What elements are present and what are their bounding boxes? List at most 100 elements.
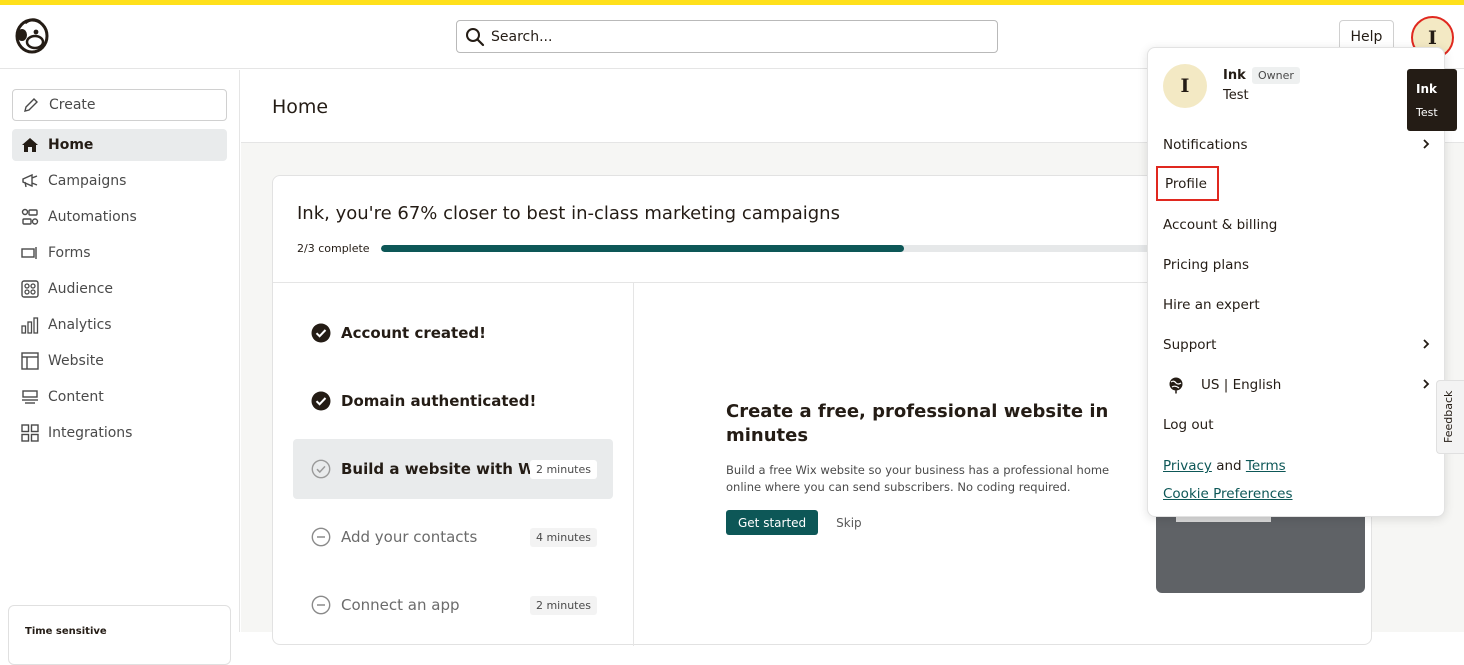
avatar-initial: I <box>1428 26 1437 49</box>
menu-item-label: US | English <box>1201 377 1282 393</box>
sidebar-item-label: Website <box>48 353 104 369</box>
terms-link[interactable]: Terms <box>1246 458 1286 474</box>
sidebar: Create Home Campaigns Automations Forms … <box>0 70 240 665</box>
check-circle-icon <box>311 391 331 411</box>
pencil-icon <box>24 98 38 112</box>
cookie-preferences-link[interactable]: Cookie Preferences <box>1163 486 1293 502</box>
progress-label: 2/3 complete <box>297 242 370 255</box>
mailchimp-logo-icon[interactable] <box>12 15 52 55</box>
skip-link[interactable]: Skip <box>836 516 862 530</box>
check-circle-icon <box>311 323 331 343</box>
menu-item-hire-expert[interactable]: Hire an expert <box>1163 293 1433 317</box>
step-build-website[interactable]: Build a website with Wix 2 minutes <box>293 439 613 499</box>
sidebar-item-label: Content <box>48 389 104 405</box>
menu-item-label: Log out <box>1163 417 1214 433</box>
chevron-right-icon <box>1423 139 1430 149</box>
step-domain-authenticated[interactable]: Domain authenticated! <box>293 371 613 431</box>
page-title: Home <box>272 96 329 118</box>
sidebar-item-analytics[interactable]: Analytics <box>12 309 227 341</box>
menu-item-label: Profile <box>1165 175 1207 192</box>
step-label: Add your contacts <box>341 528 478 546</box>
detail-body: Build a free Wix website so your busines… <box>726 463 1110 494</box>
website-preview-image <box>1156 516 1365 593</box>
progress-bar-fill <box>381 245 904 252</box>
detail-title: Create a free, professional website in m… <box>726 401 1109 446</box>
check-outline-icon <box>311 459 331 479</box>
form-icon <box>21 247 37 259</box>
website-icon <box>21 352 39 370</box>
minus-circle-icon <box>311 527 331 547</box>
sidebar-item-integrations[interactable]: Integrations <box>12 417 227 449</box>
sidebar-item-label: Home <box>48 137 94 153</box>
menu-item-notifications[interactable]: Notifications <box>1163 133 1433 157</box>
menu-item-label: Account & billing <box>1163 217 1278 233</box>
time-sensitive-card[interactable]: Time sensitive <box>8 605 231 665</box>
cookie-preferences-row: Cookie Preferences <box>1163 486 1293 502</box>
menu-item-label: Pricing plans <box>1163 257 1249 273</box>
minus-circle-icon <box>311 595 331 615</box>
step-label: Build a website with Wix <box>341 460 550 478</box>
sidebar-item-automations[interactable]: Automations <box>12 201 227 233</box>
content-icon <box>22 390 38 404</box>
menu-item-language[interactable]: US | English <box>1163 373 1433 397</box>
menu-item-pricing-plans[interactable]: Pricing plans <box>1163 253 1433 277</box>
tooltip-name: Ink <box>1416 82 1437 96</box>
account-menu: I Ink Owner Test Notifications Profile A… <box>1147 47 1445 517</box>
onboarding-steps: Account created! Domain authenticated! B… <box>273 283 634 646</box>
progress-bar <box>381 245 1161 252</box>
automation-icon <box>21 208 39 225</box>
role-badge: Owner <box>1252 67 1300 84</box>
menu-item-account-billing[interactable]: Account & billing <box>1163 213 1433 237</box>
feedback-label: Feedback <box>1442 390 1455 443</box>
sidebar-item-label: Analytics <box>48 317 112 333</box>
menu-item-support[interactable]: Support <box>1163 333 1433 357</box>
step-account-created[interactable]: Account created! <box>293 303 613 363</box>
step-connect-app[interactable]: Connect an app 2 minutes <box>293 575 613 635</box>
sidebar-item-content[interactable]: Content <box>12 381 227 413</box>
step-label: Connect an app <box>341 596 460 614</box>
grid-icon <box>21 424 39 442</box>
menu-item-label: Hire an expert <box>1163 297 1260 313</box>
sidebar-item-label: Integrations <box>48 425 133 441</box>
menu-item-log-out[interactable]: Log out <box>1163 413 1433 437</box>
megaphone-icon <box>22 173 38 188</box>
create-button[interactable]: Create <box>12 89 227 121</box>
create-label: Create <box>49 97 96 113</box>
sidebar-item-audience[interactable]: Audience <box>12 273 227 305</box>
sidebar-item-forms[interactable]: Forms <box>12 237 227 269</box>
avatar-tooltip: Ink Test <box>1407 69 1457 131</box>
chevron-right-icon <box>1423 379 1430 389</box>
menu-avatar-initial: I <box>1180 75 1190 97</box>
duration-badge: 2 minutes <box>529 595 597 615</box>
tooltip-subtitle: Test <box>1416 106 1438 119</box>
search-icon <box>466 27 485 46</box>
search-input[interactable] <box>491 28 971 45</box>
menu-item-label: Support <box>1163 337 1217 353</box>
onboarding-title: Ink, you're 67% closer to best in-class … <box>297 203 840 224</box>
chevron-right-icon <box>1423 339 1430 349</box>
menu-user-name: Ink <box>1223 68 1246 83</box>
step-detail: Create a free, professional website in m… <box>726 400 1136 535</box>
step-add-contacts[interactable]: Add your contacts 4 minutes <box>293 507 613 567</box>
detail-actions: Get started Skip <box>726 510 1136 535</box>
home-icon <box>22 138 38 152</box>
audience-icon <box>21 280 39 298</box>
sidebar-item-home[interactable]: Home <box>12 129 227 161</box>
sidebar-item-label: Forms <box>48 245 91 261</box>
get-started-button[interactable]: Get started <box>726 510 819 535</box>
globe-icon <box>1169 377 1183 394</box>
legal-links: Privacy and Terms <box>1163 458 1286 474</box>
sidebar-item-website[interactable]: Website <box>12 345 227 377</box>
sidebar-item-label: Automations <box>48 209 137 225</box>
and-text: and <box>1216 458 1242 474</box>
menu-user-subtitle: Test <box>1223 88 1249 103</box>
sidebar-item-label: Campaigns <box>48 173 127 189</box>
menu-item-profile[interactable]: Profile <box>1156 166 1219 201</box>
sidebar-item-campaigns[interactable]: Campaigns <box>12 165 227 197</box>
feedback-tab[interactable]: Feedback <box>1436 380 1464 454</box>
duration-badge: 2 minutes <box>529 459 597 479</box>
step-label: Account created! <box>341 324 486 342</box>
privacy-link[interactable]: Privacy <box>1163 458 1212 474</box>
duration-badge: 4 minutes <box>529 527 597 547</box>
search-box[interactable] <box>456 20 998 53</box>
